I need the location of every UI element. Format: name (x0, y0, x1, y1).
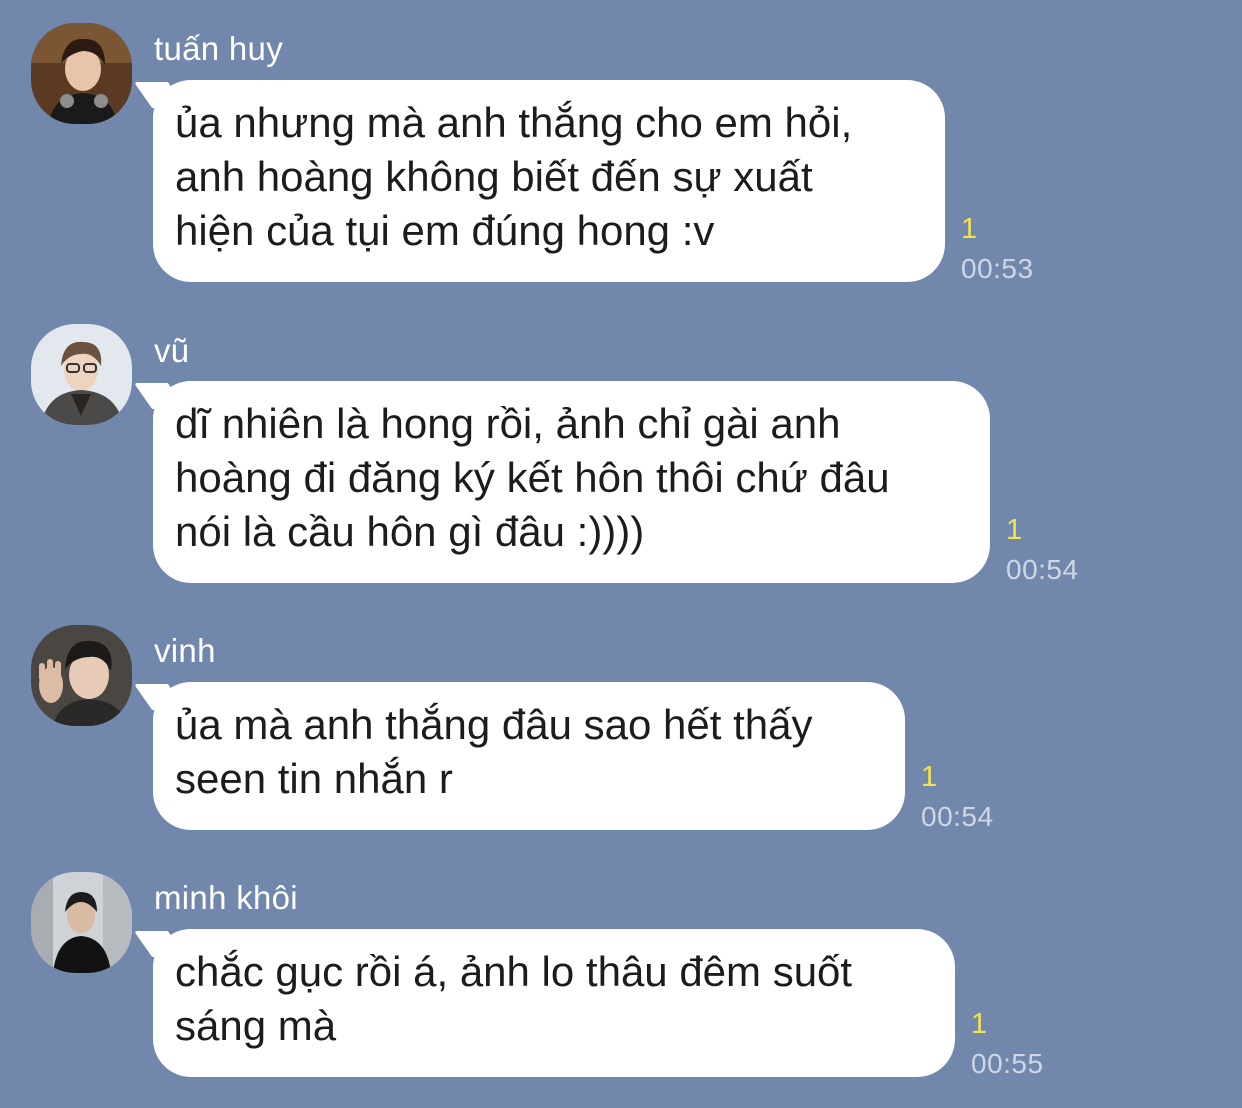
read-count: 1 (961, 213, 978, 245)
message-meta: 1 00:54 (1006, 514, 1079, 586)
message-time: 00:54 (921, 801, 994, 832)
sender-name: vinh (154, 632, 216, 669)
sender-name: vũ (154, 332, 190, 369)
message-time: 00:54 (1006, 554, 1079, 585)
message-bubble[interactable]: ủa nhưng mà anh thắng cho em hỏi, anh ho… (153, 80, 945, 282)
avatar[interactable] (31, 625, 132, 726)
message-bubble[interactable]: ủa mà anh thắng đâu sao hết thấy seen ti… (153, 682, 905, 830)
avatar[interactable] (31, 872, 132, 973)
sender-name: tuấn huy (154, 30, 284, 67)
message-time: 00:53 (961, 253, 1034, 284)
message-bubble[interactable]: chắc gục rồi á, ảnh lo thâu đêm suốt sán… (153, 929, 955, 1077)
message-time: 00:55 (971, 1048, 1044, 1079)
sender-name: minh khôi (154, 879, 298, 916)
avatar[interactable] (31, 23, 132, 124)
message-meta: 1 00:53 (961, 213, 1034, 285)
read-count: 1 (1006, 514, 1023, 546)
message-text: chắc gục rồi á, ảnh lo thâu đêm suốt sán… (175, 948, 853, 1049)
profile-photo-icon (31, 625, 132, 726)
message-meta: 1 00:55 (971, 1008, 1044, 1080)
profile-photo-icon (31, 23, 132, 124)
profile-photo-icon (31, 872, 132, 973)
message-meta: 1 00:54 (921, 761, 994, 833)
message-text: dĩ nhiên là hong rồi, ảnh chỉ gài anh ho… (175, 400, 890, 555)
message-bubble[interactable]: dĩ nhiên là hong rồi, ảnh chỉ gài anh ho… (153, 381, 990, 583)
message-text: ủa mà anh thắng đâu sao hết thấy seen ti… (175, 701, 813, 802)
read-count: 1 (971, 1008, 988, 1040)
profile-photo-icon (31, 324, 132, 425)
avatar[interactable] (31, 324, 132, 425)
read-count: 1 (921, 761, 938, 793)
message-text: ủa nhưng mà anh thắng cho em hỏi, anh ho… (175, 99, 853, 254)
